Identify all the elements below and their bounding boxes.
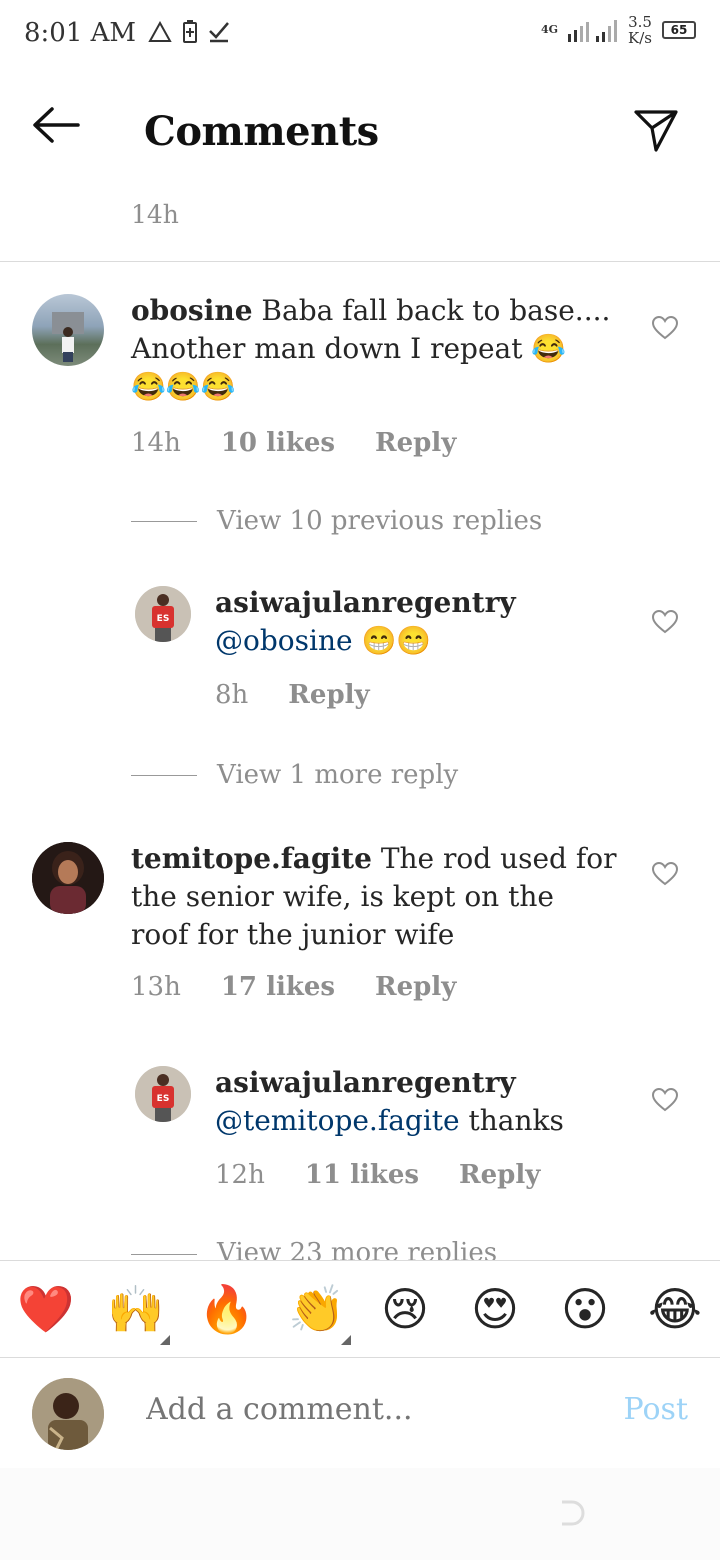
header: Comments xyxy=(0,70,720,190)
comment-body: asiwajulanregentry @temitope.fagite than… xyxy=(215,1064,635,1140)
emoji-quick-bar: ❤️ 🙌 🔥 👏 😢 😍 😮 😂 xyxy=(0,1260,720,1358)
comment-username[interactable]: obosine xyxy=(131,294,253,327)
view-replies-label[interactable]: View 23 more replies xyxy=(217,1238,497,1260)
battery-icon: 65 xyxy=(662,21,696,39)
emoji-laughing[interactable]: 😂 xyxy=(647,1281,703,1337)
comment-text: thanks xyxy=(468,1104,564,1137)
battery-saver-icon xyxy=(183,20,197,43)
svg-text:ES: ES xyxy=(157,1094,170,1104)
view-replies-label[interactable]: View 1 more reply xyxy=(217,760,458,790)
comment-likes[interactable]: 10 likes xyxy=(221,428,335,458)
reply-button[interactable]: Reply xyxy=(288,680,369,710)
comment-likes[interactable]: 17 likes xyxy=(221,972,335,1002)
avatar[interactable]: ES xyxy=(135,1066,191,1122)
like-heart-icon[interactable] xyxy=(652,316,678,340)
skin-tone-indicator xyxy=(341,1335,351,1345)
status-notification-icons xyxy=(148,20,230,44)
post-button[interactable]: Post xyxy=(624,1392,688,1427)
speed-value: 3.5 xyxy=(628,13,652,31)
emoji-heart[interactable]: ❤️ xyxy=(17,1281,74,1337)
emoji-crying[interactable]: 😢 xyxy=(377,1281,433,1337)
avatar-photo xyxy=(52,312,84,362)
comment-text: Another man down I repeat 😂 xyxy=(131,332,567,365)
comment-username[interactable]: asiwajulanregentry xyxy=(215,586,516,619)
comment-meta: 8h Reply xyxy=(215,680,370,710)
emoji-clapping[interactable]: 👏 xyxy=(288,1281,345,1337)
emoji-surprised[interactable]: 😮 xyxy=(557,1281,613,1337)
comment-time: 13h xyxy=(131,972,181,1002)
view-previous-replies[interactable]: View 10 previous replies xyxy=(131,506,542,536)
comment-body: temitope.fagite The rod used for the sen… xyxy=(131,840,641,954)
comment-time: 8h xyxy=(215,680,249,710)
divider-line xyxy=(131,1254,197,1255)
comment-text: 😁😁 xyxy=(361,624,432,657)
warning-icon xyxy=(148,21,172,42)
like-heart-icon[interactable] xyxy=(652,862,678,886)
comment-username[interactable]: asiwajulanregentry xyxy=(215,1066,516,1099)
view-replies-label[interactable]: View 10 previous replies xyxy=(217,506,542,536)
status-bar: 8:01 AM 4G 3.5 K/s 65 xyxy=(0,0,720,70)
back-gesture-icon[interactable] xyxy=(556,1498,586,1528)
current-user-avatar[interactable] xyxy=(32,1378,104,1450)
divider-line xyxy=(131,520,197,522)
reply-button[interactable]: Reply xyxy=(375,972,456,1002)
comment-input-bar: Post xyxy=(0,1358,720,1468)
avatar-photo xyxy=(32,842,104,914)
like-heart-icon[interactable] xyxy=(652,1088,678,1112)
send-icon[interactable] xyxy=(632,106,680,154)
like-heart-icon[interactable] xyxy=(652,610,678,634)
checkmark-icon xyxy=(209,22,229,43)
comment-body: obosine Baba fall back to base.... Anoth… xyxy=(131,292,631,406)
reply-button[interactable]: Reply xyxy=(459,1160,540,1190)
avatar[interactable] xyxy=(32,294,104,366)
comment-text: 😂😂😂 xyxy=(131,370,236,403)
comment-text: Baba fall back to base.... xyxy=(261,294,611,327)
signal-icon xyxy=(568,20,618,42)
reply-button[interactable]: Reply xyxy=(375,428,456,458)
svg-text:ES: ES xyxy=(157,614,170,624)
comment-username[interactable]: temitope.fagite xyxy=(131,842,372,875)
network-speed: 3.5 K/s xyxy=(628,14,652,46)
avatar-photo: ES xyxy=(135,586,191,642)
comment-body: asiwajulanregentry @obosine 😁😁 xyxy=(215,584,635,660)
comment-text: The rod used for xyxy=(380,842,617,875)
emoji-raised-hands[interactable]: 🙌 xyxy=(107,1281,164,1337)
caption-timestamp: 14h xyxy=(131,200,179,229)
comment-time: 14h xyxy=(131,428,181,458)
view-more-replies[interactable]: View 1 more reply xyxy=(131,760,458,790)
divider-line xyxy=(131,774,197,776)
status-time: 8:01 AM xyxy=(24,18,137,48)
network-type: 4G xyxy=(540,23,559,36)
comment-likes[interactable]: 11 likes xyxy=(305,1160,419,1190)
emoji-fire[interactable]: 🔥 xyxy=(198,1281,255,1337)
mention-link[interactable]: @obosine xyxy=(215,624,353,657)
emoji-heart-eyes[interactable]: 😍 xyxy=(467,1281,523,1337)
view-more-replies[interactable]: View 23 more replies xyxy=(131,1238,497,1260)
avatar-photo xyxy=(32,1378,104,1450)
system-nav-bar xyxy=(0,1468,720,1560)
comment-text: roof for the junior wife xyxy=(131,918,455,951)
comment-meta: 13h 17 likes Reply xyxy=(131,972,456,1002)
divider xyxy=(0,261,720,262)
avatar-photo: ES xyxy=(135,1066,191,1122)
comment-meta: 12h 11 likes Reply xyxy=(215,1160,540,1190)
page-title: Comments xyxy=(144,108,379,155)
status-right: 4G 3.5 K/s 65 xyxy=(541,14,696,46)
speed-unit: K/s xyxy=(628,29,652,47)
add-comment-input[interactable] xyxy=(146,1392,566,1427)
comment-meta: 14h 10 likes Reply xyxy=(131,428,456,458)
avatar[interactable]: ES xyxy=(135,586,191,642)
skin-tone-indicator xyxy=(160,1335,170,1345)
mention-link[interactable]: @temitope.fagite xyxy=(215,1104,460,1137)
back-arrow-icon[interactable] xyxy=(30,104,82,146)
comment-time: 12h xyxy=(215,1160,265,1190)
avatar[interactable] xyxy=(32,842,104,914)
comment-text: the senior wife, is kept on the xyxy=(131,880,554,913)
